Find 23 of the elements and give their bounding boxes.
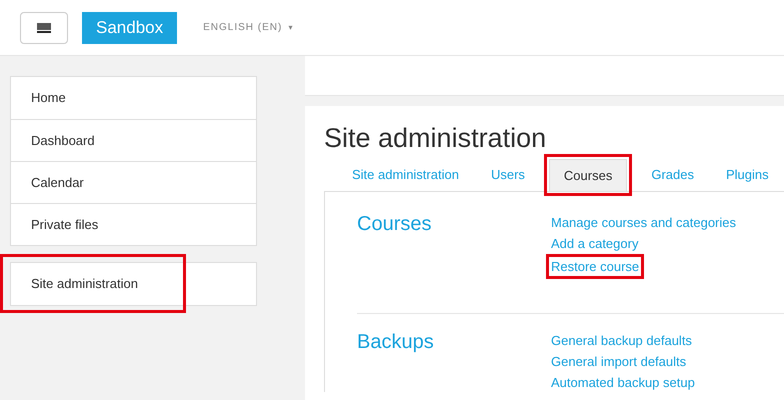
tab[interactable]: Site administration — [338, 159, 473, 191]
tab[interactable]: Grades — [637, 159, 708, 191]
menu-button[interactable] — [20, 12, 68, 44]
admin-link[interactable]: Restore course — [551, 256, 640, 277]
tab[interactable]: Courses — [548, 159, 628, 191]
nav-item[interactable]: Dashboard — [11, 119, 256, 161]
admin-link[interactable]: General import defaults — [551, 351, 686, 372]
tab[interactable]: Plugins — [712, 159, 783, 191]
tab[interactable]: Users — [476, 159, 539, 191]
page-title: Site administration — [324, 122, 548, 155]
admin-link[interactable]: Manage courses and categories — [551, 212, 736, 233]
admin-link[interactable]: General backup defaults — [551, 330, 692, 351]
section-heading: Backups — [357, 330, 435, 355]
nav-item[interactable]: Site administration — [11, 263, 256, 305]
admin-link[interactable]: Add a category — [551, 233, 638, 254]
admin-link[interactable]: Automated backup setup — [551, 372, 695, 392]
nav-item[interactable]: Home — [11, 77, 256, 119]
language-menu[interactable]: ENGLISH (EN) ▾ — [203, 20, 294, 35]
nav-item[interactable]: Private files — [11, 203, 256, 245]
nav-item[interactable]: Calendar — [11, 161, 256, 203]
site-name-link[interactable]: Sandbox — [82, 12, 178, 44]
menu-icon — [37, 22, 51, 32]
section-heading: Courses — [357, 212, 432, 237]
